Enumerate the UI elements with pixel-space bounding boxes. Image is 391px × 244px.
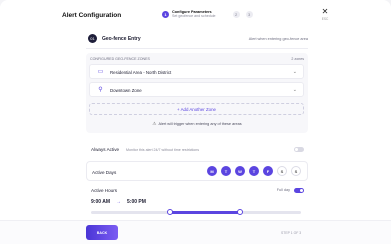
zones-note-text: Alert will trigger when entering any of … xyxy=(158,122,242,126)
arrow-right-icon: → xyxy=(116,199,121,205)
add-zone-button[interactable]: + Add Another Zone xyxy=(89,103,304,115)
always-active-row: Always Active Monitor this alert 24/7 wi… xyxy=(86,142,308,156)
alert-type-hint: Alert when entering geo-fence area xyxy=(248,36,308,41)
back-button[interactable]: BACK xyxy=(86,225,118,240)
zones-info-note: ⚠ Alert will trigger when entering any of… xyxy=(90,121,304,127)
zone-label: Residential Area - North District xyxy=(110,70,172,75)
step-counter: STEP 1 OF 3 xyxy=(281,231,302,235)
zones-count: 2 zones xyxy=(291,57,304,61)
zones-heading-label: CONFIGURED GEO-FENCE ZONES xyxy=(90,57,150,61)
day-toggle-mon[interactable]: M xyxy=(207,166,217,176)
step-1-label: Configure Parameters Set geofence and sc… xyxy=(172,10,216,18)
zone-label: Downtown Zone xyxy=(110,88,142,93)
end-time[interactable]: 5:00 PM xyxy=(127,199,146,205)
day-toggle-sat[interactable]: S xyxy=(277,166,287,176)
alert-type-badge: 01 xyxy=(88,34,97,43)
day-toggle-thu[interactable]: T xyxy=(249,166,259,176)
always-active-label: Always Active xyxy=(91,147,120,152)
slider-handle-end[interactable] xyxy=(236,209,243,215)
building-icon: ▭ xyxy=(97,68,104,75)
zones-heading: CONFIGURED GEO-FENCE ZONES 2 zones xyxy=(90,57,304,61)
day-toggle-fri[interactable]: F xyxy=(263,166,273,176)
day-picker: M T W T F S S xyxy=(207,166,301,176)
pin-icon: ⚲ xyxy=(98,86,103,93)
zone-select-1[interactable]: ▭ Residential Area - North District ⌄ xyxy=(89,64,304,79)
zone-select-2[interactable]: ⚲ Downtown Zone ⌄ xyxy=(89,82,304,97)
alert-type-name: Geo-fence Entry xyxy=(102,36,141,42)
modal-header: Alert Configuration 1 Configure Paramete… xyxy=(0,0,391,30)
active-days-label: Active Days xyxy=(92,169,117,175)
alert-type-row[interactable]: 01 Geo-fence Entry Alert when entering g… xyxy=(86,32,308,46)
step-1-subtitle: Set geofence and schedule xyxy=(172,14,216,18)
step-1-indicator[interactable]: 1 xyxy=(162,10,169,18)
modal-footer: BACK STEP 1 OF 3 xyxy=(0,220,391,244)
step-2-indicator[interactable]: 2 xyxy=(232,10,240,18)
hours-range-fill xyxy=(169,211,240,214)
day-toggle-wed[interactable]: W xyxy=(235,166,245,176)
page-title: Alert Configuration xyxy=(62,12,122,19)
stepper: 1 Configure Parameters Set geofence and … xyxy=(162,10,253,18)
full-day-label: Full day xyxy=(276,188,290,192)
close-shortcut-label: ESC xyxy=(321,17,329,21)
always-active-toggle[interactable] xyxy=(294,147,304,152)
step-3-indicator[interactable]: 3 xyxy=(245,10,253,18)
time-range: 9:00 AM → 5:00 PM xyxy=(91,199,146,205)
always-active-description: Monitor this alert 24/7 without time res… xyxy=(126,147,200,152)
full-day-toggle[interactable] xyxy=(294,188,304,193)
day-toggle-tue[interactable]: T xyxy=(221,166,231,176)
info-icon: ⚠ xyxy=(152,121,157,126)
divider xyxy=(86,48,308,49)
modal-sheet: Alert Configuration 1 Configure Paramete… xyxy=(0,0,391,244)
day-toggle-sun[interactable]: S xyxy=(291,166,301,176)
chevron-down-icon[interactable]: ⌄ xyxy=(293,87,297,93)
hours-range-slider[interactable] xyxy=(91,209,301,215)
slider-handle-start[interactable] xyxy=(166,209,173,215)
active-days-card: Active Days M T W T F S S xyxy=(86,161,308,181)
start-time[interactable]: 9:00 AM xyxy=(91,199,110,205)
active-hours-label: Active Hours xyxy=(91,188,118,193)
active-hours-card: Active Hours Full day 9:00 AM → 5:00 PM xyxy=(86,184,308,218)
chevron-down-icon[interactable]: ⌄ xyxy=(293,69,297,75)
close-icon[interactable]: ✕ xyxy=(320,8,330,16)
